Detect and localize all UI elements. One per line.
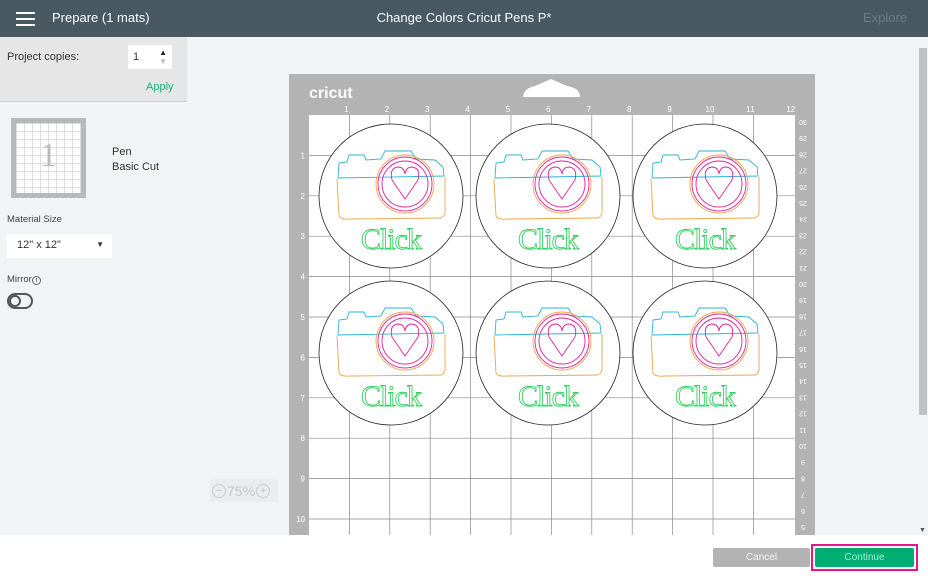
mat-info: Pen Basic Cut [112,145,159,175]
right-ruler-label: 25 [799,199,807,206]
left-ruler-label: 8 [301,434,306,443]
click-camera-design[interactable]: Click [318,123,464,269]
material-size-value: 12" x 12" [17,239,61,251]
mat-canvas: cricut 1 2 3 4 5 6 7 8 9 10 11 12 1 2 3 4 5 6 7 8 9 10 30 29 28 27… [187,37,918,535]
right-ruler-label: 8 [801,474,805,481]
right-ruler-label: 30 [799,118,807,125]
cricut-logo: cricut [309,85,353,102]
mat-number: 1 [40,137,57,174]
right-ruler-label: 24 [799,215,807,222]
top-bar: Prepare (1 mats) Change Colors Cricut Pe… [0,0,928,37]
project-copies-label: Project copies: [7,51,80,63]
left-ruler-label: 7 [301,394,306,403]
page-title: Prepare (1 mats) [52,10,150,25]
mat-cut-type: Basic Cut [112,161,160,173]
mat-tool: Pen [112,146,132,158]
right-ruler-label: 7 [801,491,805,498]
top-ruler-label: 9 [667,105,672,114]
design-text: Click [361,380,422,413]
continue-highlight: Continue [811,544,918,571]
right-ruler-label: 6 [801,507,805,514]
top-ruler-label: 6 [546,105,551,114]
design-text: Click [675,380,736,413]
material-size-label: Material Size [7,214,62,225]
scroll-down-arrow-icon[interactable]: ▼ [919,527,926,534]
right-ruler-label: 18 [799,312,807,319]
project-copies-section: Project copies: 1 ▲ ▼ Apply [0,37,187,102]
zoom-control: − 75% + [210,479,278,502]
mirror-toggle[interactable] [7,293,33,309]
right-ruler-label: 22 [799,248,807,255]
top-ruler-label: 5 [506,105,511,114]
right-ruler-label: 28 [799,150,807,157]
decrement-arrow-icon[interactable]: ▼ [159,57,167,66]
cancel-button[interactable]: Cancel [713,548,810,567]
click-camera-design[interactable]: Click [632,123,778,269]
right-ruler-label: 5 [801,523,805,530]
click-camera-design[interactable]: Click [632,280,778,426]
vertical-scrollbar[interactable]: ▼ [918,37,928,535]
right-ruler-label: 20 [799,280,807,287]
right-ruler-label: 9 [801,458,805,465]
footer: Cancel Continue [0,535,928,578]
design-text: Click [518,380,579,413]
design-text: Click [361,223,422,256]
right-ruler-label: 27 [799,167,807,174]
right-ruler-label: 19 [799,296,807,303]
mirror-text: Mirror [7,274,32,285]
explore-button[interactable]: Explore [863,10,907,25]
left-panel: Project copies: 1 ▲ ▼ Apply 1 Pen Basic … [0,37,187,535]
increment-arrow-icon[interactable]: ▲ [159,48,167,57]
left-ruler-label: 4 [301,273,306,282]
top-ruler-label: 1 [344,105,349,114]
cutting-mat: cricut1 2 3 4 5 6 7 8 9 10 11 121234567891030292827… [289,74,815,535]
mat-thumbnail[interactable]: 1 [11,118,86,198]
top-ruler-label: 10 [706,105,715,114]
right-ruler-label: 16 [799,345,807,352]
right-ruler-label: 13 [799,393,807,400]
top-ruler-label: 11 [746,105,755,114]
right-ruler-label: 11 [799,426,806,433]
left-ruler-label: 5 [301,313,306,322]
left-ruler-label: 10 [296,515,305,524]
click-camera-design[interactable]: Click [475,123,621,269]
click-camera-design[interactable]: Click [318,280,464,426]
top-ruler-label: 12 [786,105,795,114]
right-ruler-label: 10 [799,442,807,449]
right-ruler-label: 29 [799,134,807,141]
right-ruler-label: 23 [799,231,807,238]
chevron-down-icon: ▼ [96,240,104,249]
left-ruler-label: 6 [301,353,306,362]
apply-button[interactable]: Apply [146,81,174,93]
continue-button[interactable]: Continue [815,548,914,567]
right-ruler-label: 12 [799,410,807,417]
design-text: Click [518,223,579,256]
top-ruler-label: 2 [385,105,390,114]
hamburger-menu-icon[interactable] [16,12,35,26]
zoom-out-button[interactable]: − [212,483,226,498]
click-camera-design[interactable]: Click [475,280,621,426]
zoom-in-button[interactable]: + [256,483,271,498]
left-ruler-label: 3 [301,232,306,241]
project-copies-value[interactable]: 1 [133,51,139,63]
left-ruler-label: 2 [301,192,306,201]
right-ruler-label: 21 [799,264,807,271]
right-ruler-label: 17 [799,329,807,336]
zoom-level: 75% [227,482,256,499]
material-size-select[interactable]: 12" x 12" ▼ [7,234,112,258]
info-icon[interactable]: i [31,276,41,285]
right-ruler-label: 14 [799,377,807,384]
mirror-label: Mirror i [7,274,41,285]
project-copies-stepper[interactable]: 1 ▲ ▼ [128,45,172,69]
top-ruler-label: 3 [425,105,430,114]
top-ruler-label: 7 [587,105,592,114]
right-ruler-label: 26 [799,183,807,190]
top-ruler-label: 8 [627,105,632,114]
top-ruler-label: 4 [465,105,470,114]
left-ruler-label: 1 [301,151,306,160]
design-text: Click [675,223,736,256]
left-ruler-label: 9 [301,475,306,484]
scrollbar-thumb[interactable] [919,48,927,415]
right-ruler-label: 15 [799,361,807,368]
